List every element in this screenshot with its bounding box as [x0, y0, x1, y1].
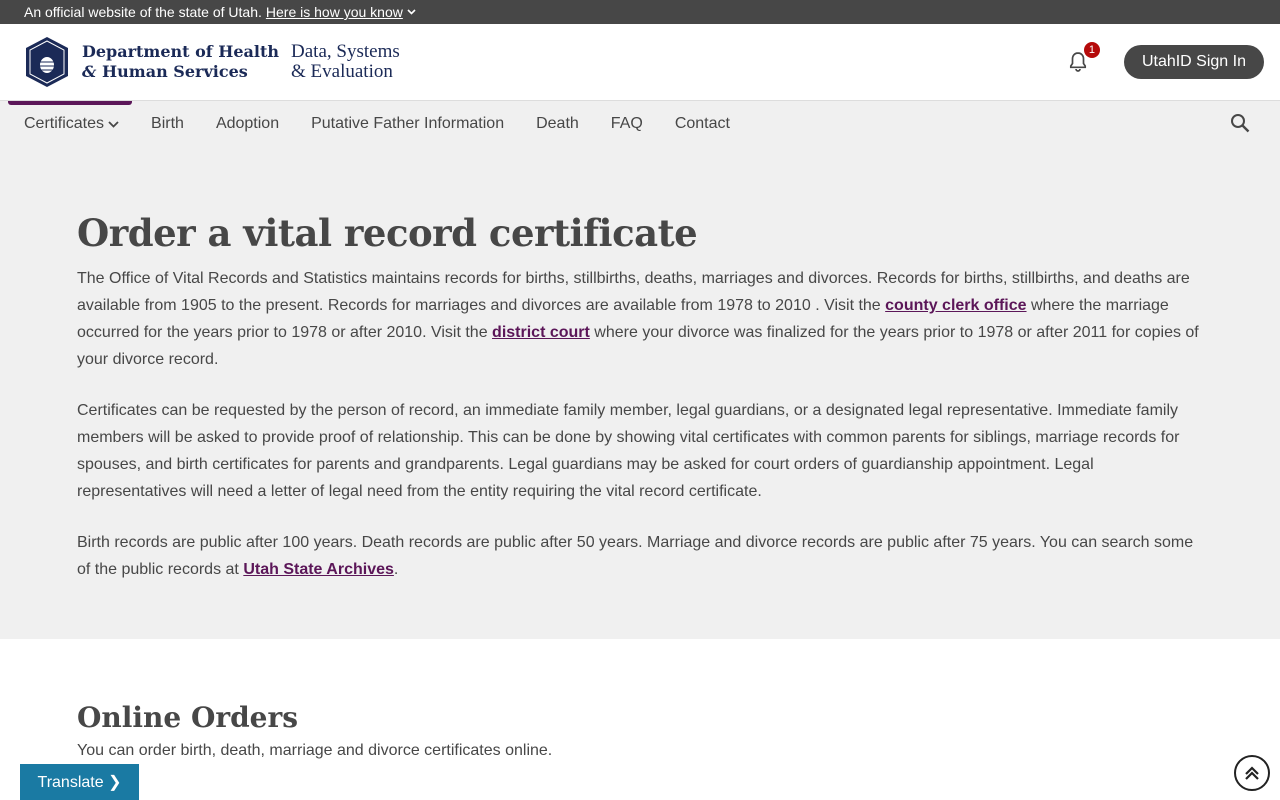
- nav-item-birth[interactable]: Birth: [151, 115, 184, 133]
- gov-banner: An official website of the state of Utah…: [0, 0, 1280, 24]
- active-nav-indicator: [8, 101, 132, 105]
- arrow-up-icon: [1245, 766, 1259, 780]
- main-nav: Certificates Birth Adoption Putative Fat…: [0, 101, 1280, 147]
- district-court-link[interactable]: district court: [492, 324, 590, 341]
- online-orders-section: Online Orders You can order birth, death…: [0, 639, 1280, 760]
- search-icon[interactable]: [1230, 113, 1250, 133]
- division-name: Data, Systems & Evaluation: [291, 42, 400, 82]
- notification-count-badge: 1: [1083, 42, 1100, 58]
- utah-state-archives-link[interactable]: Utah State Archives: [243, 561, 394, 578]
- county-clerk-office-link[interactable]: county clerk office: [885, 297, 1026, 314]
- division-line1: Data, Systems: [291, 41, 400, 62]
- hero-section: Order a vital record certificate The Off…: [0, 147, 1280, 639]
- records-paragraph: The Office of Vital Records and Statisti…: [77, 265, 1203, 373]
- nav-item-certificates[interactable]: Certificates: [24, 115, 119, 133]
- dept-name-line1: Department of Health: [82, 42, 280, 61]
- how-you-know-link[interactable]: Here is how you know: [266, 4, 416, 20]
- dept-name-line2: & Human Services: [82, 62, 279, 82]
- division-line2: & Evaluation: [291, 61, 393, 82]
- public-records-paragraph: Birth records are public after 100 years…: [77, 529, 1203, 583]
- utah-seal-icon: [26, 37, 68, 87]
- eligibility-paragraph: Certificates can be requested by the per…: [77, 402, 1180, 500]
- gov-banner-text: An official website of the state of Utah…: [24, 4, 262, 20]
- page-title: Order a vital record certificate: [77, 211, 698, 255]
- public-records-text-b: .: [393, 561, 399, 578]
- dept-name: Department of Health & Human Services: [82, 42, 279, 82]
- translate-button[interactable]: Translate ❯: [20, 764, 139, 800]
- nav-item-faq[interactable]: FAQ: [611, 115, 643, 133]
- how-you-know-label: Here is how you know: [265, 4, 403, 20]
- nav-item-adoption[interactable]: Adoption: [216, 115, 279, 133]
- site-logo[interactable]: Department of Health & Human Services Da…: [24, 36, 400, 88]
- dept-name-line2-text: Human Services: [102, 62, 248, 81]
- back-to-top-button[interactable]: [1234, 755, 1270, 791]
- site-header: Department of Health & Human Services Da…: [0, 24, 1280, 101]
- nav-item-death[interactable]: Death: [536, 115, 579, 133]
- online-orders-title: Online Orders: [77, 701, 298, 734]
- online-orders-text: You can order birth, death, marriage and…: [77, 742, 553, 759]
- nav-item-label: Certificates: [24, 115, 105, 132]
- header-actions: 1 UtahID Sign In: [1066, 42, 1264, 79]
- notifications-button[interactable]: 1: [1066, 42, 1100, 74]
- chevron-down-icon: [108, 120, 119, 128]
- chevron-down-icon: [407, 9, 416, 15]
- utahid-sign-in-button[interactable]: UtahID Sign In: [1123, 45, 1264, 79]
- dept-amp: &: [82, 62, 97, 81]
- nav-item-contact[interactable]: Contact: [675, 115, 730, 133]
- nav-item-putative-father[interactable]: Putative Father Information: [311, 115, 504, 133]
